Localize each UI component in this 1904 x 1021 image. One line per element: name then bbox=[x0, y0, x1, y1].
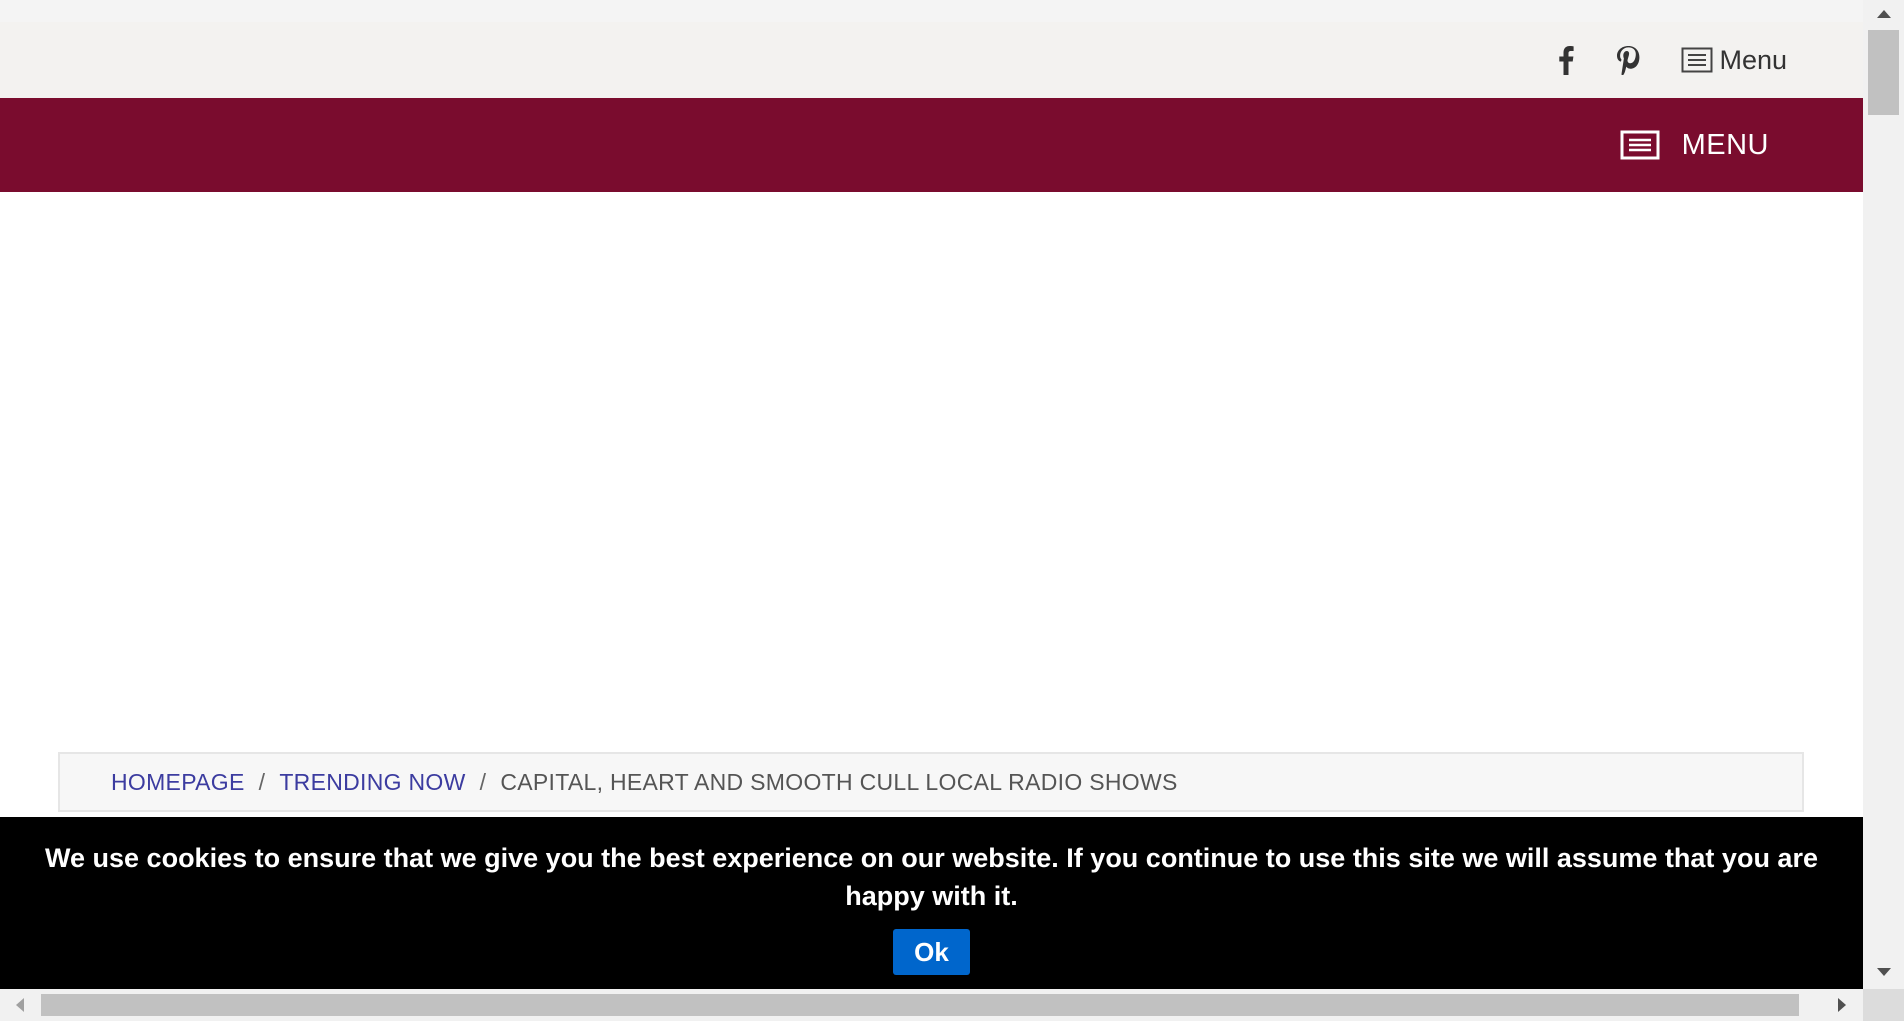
menu-list-icon bbox=[1620, 130, 1660, 160]
vertical-scrollbar-thumb[interactable] bbox=[1868, 30, 1899, 115]
top-menu-link[interactable]: Menu bbox=[1681, 45, 1787, 76]
main-navbar: MENU bbox=[0, 98, 1863, 192]
top-bar: Menu bbox=[0, 22, 1863, 98]
horizontal-scrollbar[interactable] bbox=[0, 989, 1863, 1021]
scroll-up-arrow-icon[interactable] bbox=[1863, 0, 1904, 28]
pinterest-icon[interactable] bbox=[1615, 45, 1641, 75]
scrollbar-corner bbox=[1863, 989, 1904, 1021]
scroll-down-arrow-icon[interactable] bbox=[1863, 958, 1904, 986]
cookie-ok-button[interactable]: Ok bbox=[893, 929, 970, 975]
scroll-right-arrow-icon[interactable] bbox=[1822, 989, 1862, 1021]
cookie-banner: We use cookies to ensure that we give yo… bbox=[0, 817, 1863, 989]
top-bar-actions: Menu bbox=[1517, 45, 1787, 76]
breadcrumb-current: CAPITAL, HEART AND SMOOTH CULL LOCAL RAD… bbox=[500, 768, 1178, 795]
scroll-left-arrow-icon[interactable] bbox=[0, 989, 40, 1021]
cookie-message: We use cookies to ensure that we give yo… bbox=[45, 843, 1818, 911]
facebook-icon[interactable] bbox=[1557, 45, 1575, 75]
breadcrumb-home-link[interactable]: HOMEPAGE bbox=[111, 769, 245, 796]
breadcrumb: HOMEPAGE / TRENDING NOW / CAPITAL, HEART… bbox=[58, 752, 1804, 812]
vertical-scrollbar[interactable] bbox=[1863, 0, 1904, 989]
breadcrumb-separator: / bbox=[258, 768, 266, 795]
menu-list-icon bbox=[1681, 47, 1713, 73]
main-menu-button[interactable]: MENU bbox=[1620, 129, 1769, 162]
breadcrumb-separator: / bbox=[479, 768, 487, 795]
breadcrumb-trending-link[interactable]: TRENDING NOW bbox=[279, 769, 465, 796]
horizontal-scrollbar-thumb[interactable] bbox=[41, 994, 1799, 1016]
top-menu-label: Menu bbox=[1719, 44, 1787, 75]
top-strip bbox=[0, 0, 1863, 22]
main-menu-label: MENU bbox=[1681, 128, 1769, 161]
